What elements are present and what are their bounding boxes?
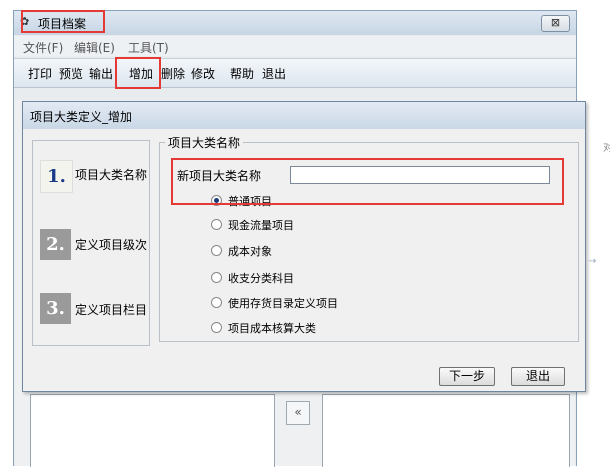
move-left-button[interactable]: « [286, 401, 310, 425]
menu-tools[interactable]: 工具(T) [128, 39, 169, 56]
radio-cash-flow-project[interactable]: 现金流量项目 [211, 217, 294, 233]
radio-unchecked-icon [211, 297, 222, 308]
menu-edit[interactable]: 编辑(E) [74, 39, 115, 56]
radio-label: 现金流量项目 [228, 219, 294, 232]
help-button[interactable]: 帮助 [230, 65, 254, 82]
close-button[interactable]: ⊠ [541, 15, 570, 32]
preview-button[interactable]: 预览 [59, 65, 83, 82]
step-1-icon: 1. [40, 160, 73, 193]
highlight-window-title [21, 10, 105, 33]
dialog-titlebar: 项目大类定义_增加 [23, 102, 585, 129]
exit-button[interactable]: 退出 [262, 65, 286, 82]
step-1-label: 项目大类名称 [75, 168, 148, 182]
step-2-label: 定义项目级次 [75, 238, 148, 252]
step-3-label: 定义项目栏目 [75, 303, 148, 317]
menubar: 文件(F) 编辑(E) 工具(T) [14, 36, 576, 56]
radio-label: 成本对象 [228, 245, 272, 258]
radio-project-cost-accounting[interactable]: 项目成本核算大类 [211, 320, 316, 336]
step-3-icon: 3. [40, 293, 71, 324]
step-2-icon: 2. [40, 229, 71, 260]
delete-button[interactable]: 删除 [161, 65, 185, 82]
highlight-name-input [171, 158, 564, 205]
dialog-title: 项目大类定义_增加 [30, 110, 133, 124]
arrow-right-icon: → [588, 256, 597, 267]
export-button[interactable]: 输出 [89, 65, 113, 82]
radio-income-expense-subject[interactable]: 收支分类科目 [211, 270, 294, 286]
next-step-button[interactable]: 下一步 [439, 367, 495, 386]
right-list-box[interactable] [322, 394, 570, 467]
category-definition-dialog: 项目大类定义_增加 1. 项目大类名称 2. 定义项目级次 3. 定义项目栏目 … [22, 101, 586, 392]
radio-unchecked-icon [211, 322, 222, 333]
menu-file[interactable]: 文件(F) [23, 39, 63, 56]
print-button[interactable]: 打印 [28, 65, 52, 82]
radio-label: 项目成本核算大类 [228, 322, 316, 335]
radio-label: 使用存货目录定义项目 [228, 297, 338, 310]
radio-unchecked-icon [211, 219, 222, 230]
radio-unchecked-icon [211, 245, 222, 256]
highlight-add-button [115, 57, 161, 89]
group-title: 项目大类名称 [165, 134, 244, 151]
radio-label: 收支分类科目 [228, 272, 294, 285]
radio-cost-object[interactable]: 成本对象 [211, 243, 272, 259]
radio-inventory-catalog-project[interactable]: 使用存货目录定义项目 [211, 295, 338, 311]
radio-unchecked-icon [211, 272, 222, 283]
left-list-box[interactable] [30, 394, 275, 467]
toolbar: 打印 预览 输出 增加 删除 修改 帮助 退出 [14, 58, 576, 88]
dialog-exit-button[interactable]: 退出 [511, 367, 565, 386]
outside-text: 对 [603, 143, 610, 154]
steps-panel: 1. 项目大类名称 2. 定义项目级次 3. 定义项目栏目 [32, 140, 150, 346]
modify-button[interactable]: 修改 [191, 65, 215, 82]
